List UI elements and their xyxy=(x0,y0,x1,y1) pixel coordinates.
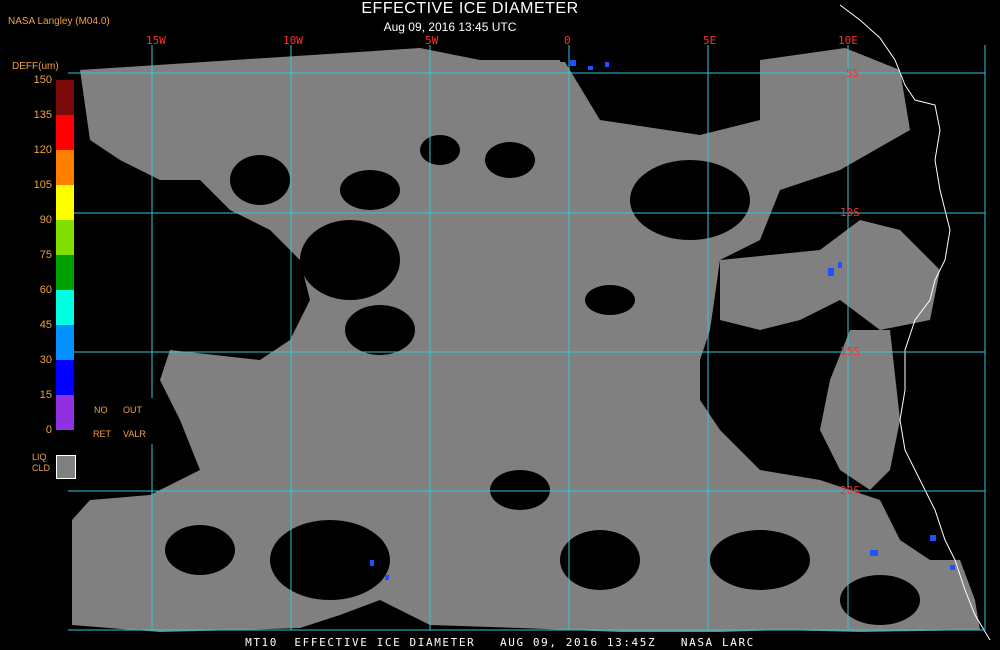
lat-label-20s: 20S xyxy=(840,484,860,497)
liquid-cloud-swatch xyxy=(56,455,76,479)
lon-label-15w: 15W xyxy=(146,34,166,47)
lon-label-10e: 10E xyxy=(838,34,858,47)
legend-tick: 120 xyxy=(33,144,52,156)
legend-swatch xyxy=(56,150,74,185)
lon-label-10w: 10W xyxy=(283,34,303,47)
lon-label-5w: 5W xyxy=(425,34,439,47)
cld-label: CLD xyxy=(32,463,51,473)
legend-swatch xyxy=(56,395,74,430)
lon-label-5e: 5E xyxy=(703,34,716,47)
legend-tick: 15 xyxy=(39,389,52,401)
legend-tick: 75 xyxy=(39,249,52,261)
legend-tick: 135 xyxy=(33,109,52,121)
satellite-map: 15W 10W 5W 0 5E 10E 5S 10S 15S 20S xyxy=(68,4,991,641)
legend-swatch xyxy=(56,185,74,220)
page-title: EFFECTIVE ICE DIAMETER xyxy=(361,0,579,17)
legend-swatch xyxy=(56,325,74,360)
legend-swatch xyxy=(56,220,74,255)
no-label: NO xyxy=(94,405,108,415)
liq-label: LIQ xyxy=(32,452,47,462)
bottom-caption: MT10 EFFECTIVE ICE DIAMETER AUG 09, 2016… xyxy=(245,636,755,649)
timestamp-subtitle: Aug 09, 2016 13:45 UTC xyxy=(383,20,517,34)
legend-tick: 90 xyxy=(39,214,52,226)
color-legend: 150 135 120 105 90 75 60 45 30 15 0 xyxy=(0,0,80,480)
lon-label-0: 0 xyxy=(564,34,571,47)
legend-tick: 30 xyxy=(39,354,52,366)
liquid-cloud-label: LIQ CLD xyxy=(32,452,50,474)
lat-label-10s: 10S xyxy=(840,206,860,219)
legend-swatch xyxy=(56,290,74,325)
legend-tick: 105 xyxy=(33,179,52,191)
legend-tick: 60 xyxy=(39,284,52,296)
lat-label-15s: 15S xyxy=(840,345,860,358)
lat-label-5s: 5S xyxy=(846,67,859,80)
no-retrieval-box: NO OUT RET VALR xyxy=(80,398,156,444)
ret-label: RET xyxy=(93,429,111,439)
legend-tick: 0 xyxy=(45,424,52,436)
legend-swatch xyxy=(56,255,74,290)
legend-tick: 150 xyxy=(33,74,52,86)
legend-swatch xyxy=(56,360,74,395)
valr-label: VALR xyxy=(123,429,146,439)
legend-swatch xyxy=(56,80,74,115)
out-label: OUT xyxy=(123,405,142,415)
legend-tick: 45 xyxy=(39,319,52,331)
legend-swatch xyxy=(56,115,74,150)
